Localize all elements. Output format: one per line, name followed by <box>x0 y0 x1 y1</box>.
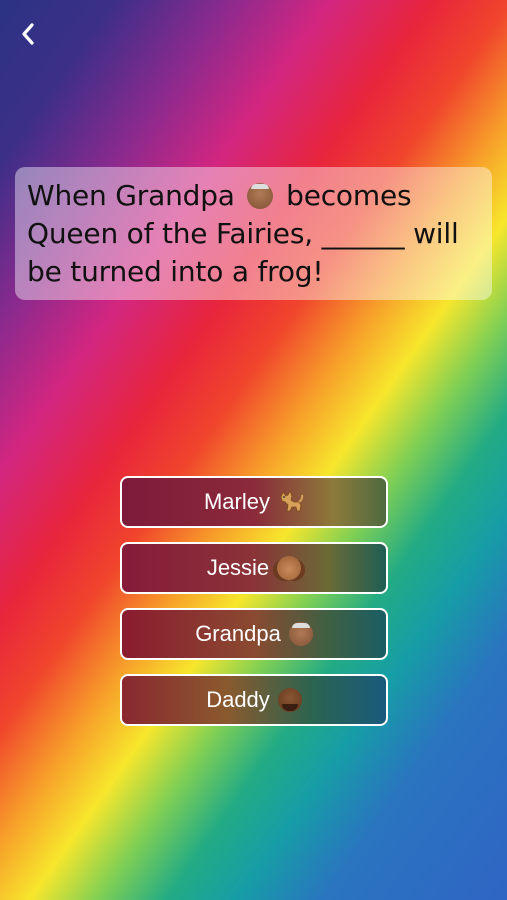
back-button[interactable] <box>14 20 42 48</box>
answer-list: Marley Jessie Grandpa Daddy <box>120 476 388 740</box>
answer-label: Marley <box>203 489 270 514</box>
answer-button-daddy[interactable]: Daddy <box>120 674 388 726</box>
question-text-part1: When Grandpa <box>27 179 244 212</box>
answer-button-marley[interactable]: Marley <box>120 476 388 528</box>
girl-icon <box>277 556 302 580</box>
answer-button-jessie[interactable]: Jessie <box>120 542 388 594</box>
question-card: When Grandpa becomes Queen of the Fairie… <box>15 167 492 300</box>
man-icon <box>277 688 302 712</box>
older-man-icon <box>288 622 313 646</box>
chevron-left-icon <box>22 23 34 45</box>
older-man-emoji-icon <box>247 183 274 209</box>
answer-label: Grandpa <box>195 621 281 646</box>
answer-label: Jessie <box>206 555 270 580</box>
question-text: When Grandpa becomes Queen of the Fairie… <box>27 177 480 291</box>
answer-label: Daddy <box>206 687 270 712</box>
cat-icon <box>280 491 304 512</box>
answer-button-grandpa[interactable]: Grandpa <box>120 608 388 660</box>
